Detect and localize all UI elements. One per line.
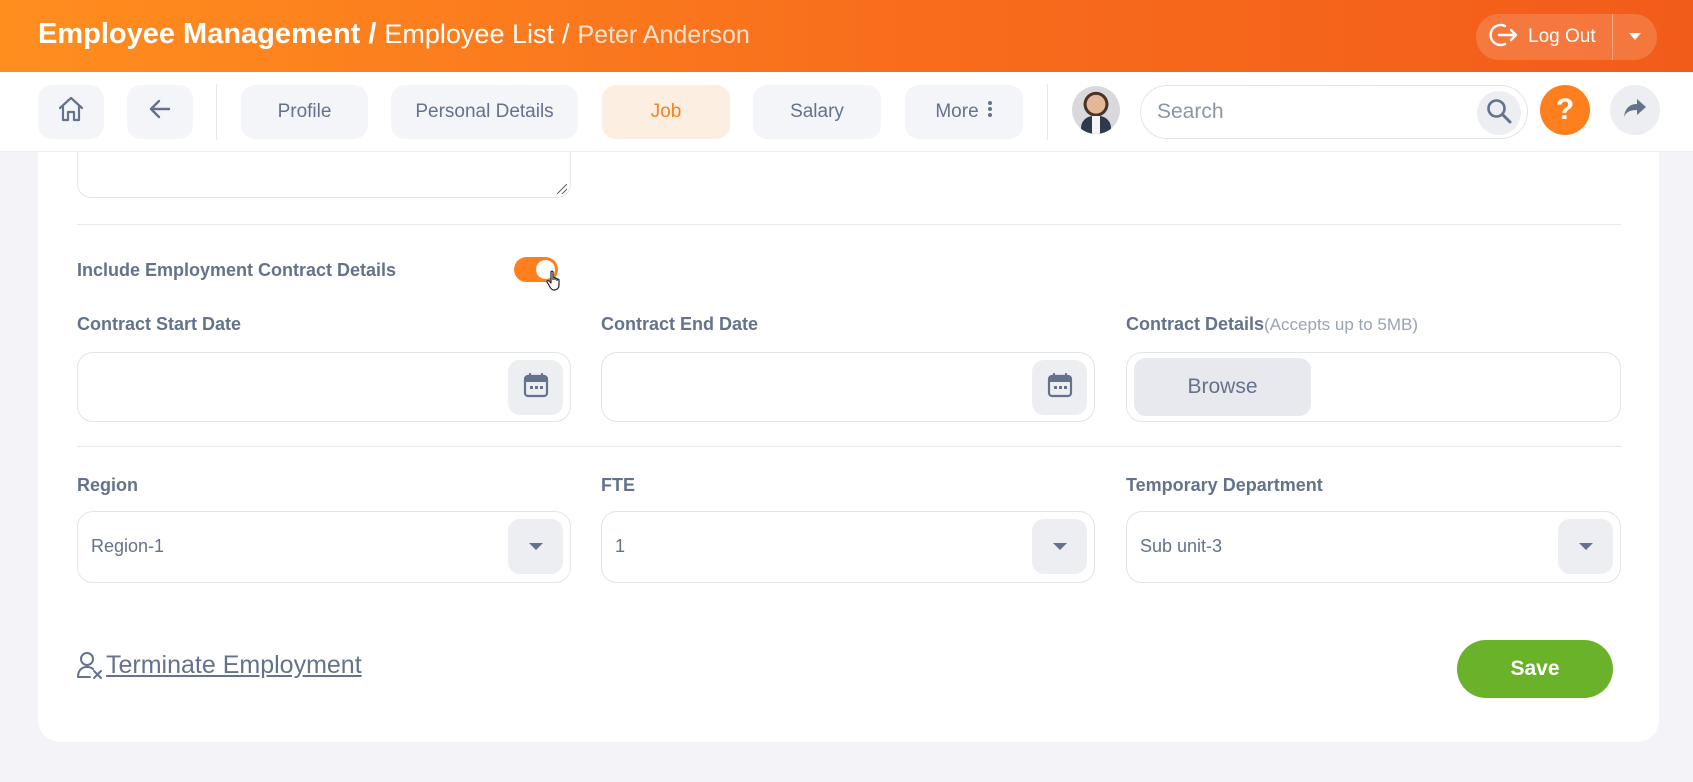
home-icon (56, 94, 86, 130)
avatar[interactable] (1072, 86, 1120, 134)
divider (77, 224, 1621, 225)
chevron-down-icon (528, 538, 544, 556)
user-remove-icon (76, 650, 104, 680)
nav-divider (216, 84, 217, 140)
tab-personal-details[interactable]: Personal Details (391, 85, 578, 139)
region-dropdown-button[interactable] (508, 519, 563, 574)
contract-toggle-label: Include Employment Contract Details (77, 260, 397, 280)
fte-select[interactable]: 1 (601, 511, 1095, 583)
region-label: Region (77, 475, 138, 495)
region-select[interactable]: Region-1 (77, 511, 571, 583)
chevron-down-icon (1578, 538, 1594, 556)
nav-bar: Profile Personal Details Job Salary More… (0, 72, 1693, 152)
fte-label: FTE (601, 475, 635, 495)
temporary-department-label: Temporary Department (1126, 475, 1323, 495)
logout-button[interactable]: Log Out (1476, 14, 1613, 60)
breadcrumb-separator: / (561, 19, 570, 49)
tab-more[interactable]: More (905, 85, 1023, 139)
logout-menu-toggle[interactable] (1613, 28, 1657, 46)
divider (77, 446, 1621, 447)
temporary-department-dropdown-button[interactable] (1558, 519, 1613, 574)
top-header: Employee Management / Employee List / Pe… (0, 0, 1693, 72)
comment-textarea[interactable] (77, 152, 571, 198)
logout-button-group: Log Out (1476, 14, 1657, 60)
breadcrumb-module[interactable]: Employee Management (38, 18, 360, 51)
search-box (1140, 85, 1528, 139)
tab-salary[interactable]: Salary (753, 85, 881, 139)
contract-start-label: Contract Start Date (77, 314, 242, 334)
fte-dropdown-button[interactable] (1032, 519, 1087, 574)
chevron-down-icon (1052, 538, 1068, 556)
chevron-down-icon (1628, 28, 1642, 46)
share-icon (1622, 97, 1648, 124)
logout-icon (1488, 22, 1518, 53)
contract-end-date-field[interactable] (601, 352, 1095, 422)
contract-start-calendar-button[interactable] (508, 360, 563, 415)
search-button[interactable] (1477, 91, 1521, 135)
contract-details-label: Contract Details(Accepts up to 5MB) (1126, 314, 1418, 335)
tab-profile[interactable]: Profile (241, 85, 368, 139)
contract-file-field: Browse (1126, 352, 1621, 422)
save-button[interactable]: Save (1457, 640, 1613, 698)
fte-value: 1 (615, 536, 626, 556)
temporary-department-value: Sub unit-3 (1140, 536, 1223, 556)
search-icon (1485, 97, 1513, 130)
contract-details-note: (Accepts up to 5MB) (1264, 315, 1419, 334)
breadcrumb-separator: / (368, 18, 377, 50)
terminate-employment-link[interactable]: Terminate Employment (76, 650, 362, 680)
contract-start-date-field[interactable] (77, 352, 571, 422)
back-button[interactable] (127, 85, 193, 139)
job-form-card: Include Employment Contract Details Cont… (38, 152, 1659, 742)
contract-end-calendar-button[interactable] (1032, 360, 1087, 415)
temporary-department-select[interactable]: Sub unit-3 (1126, 511, 1621, 583)
browse-button[interactable]: Browse (1134, 358, 1311, 416)
more-dots-icon (987, 100, 993, 124)
share-button[interactable] (1610, 85, 1660, 135)
calendar-icon (523, 372, 549, 403)
help-icon: ? (1555, 93, 1575, 126)
breadcrumb: Employee Management / Employee List / Pe… (38, 18, 750, 51)
tab-more-label: More (935, 101, 979, 122)
breadcrumb-employee-name: Peter Anderson (577, 21, 750, 49)
region-value: Region-1 (91, 536, 165, 556)
calendar-icon (1047, 372, 1073, 403)
home-button[interactable] (38, 85, 104, 139)
contract-end-label: Contract End Date (601, 314, 759, 334)
back-arrow-icon (148, 98, 172, 126)
hand-cursor-icon (546, 270, 564, 297)
resize-handle[interactable] (557, 184, 567, 194)
breadcrumb-employee-list[interactable]: Employee List (384, 19, 554, 50)
help-button[interactable]: ? (1540, 85, 1590, 135)
logout-label: Log Out (1528, 26, 1596, 47)
search-input[interactable] (1157, 100, 1457, 124)
terminate-employment-label: Terminate Employment (106, 650, 362, 679)
contract-details-title: Contract Details (1126, 314, 1265, 334)
tab-job[interactable]: Job (602, 85, 730, 139)
nav-divider (1047, 84, 1048, 140)
